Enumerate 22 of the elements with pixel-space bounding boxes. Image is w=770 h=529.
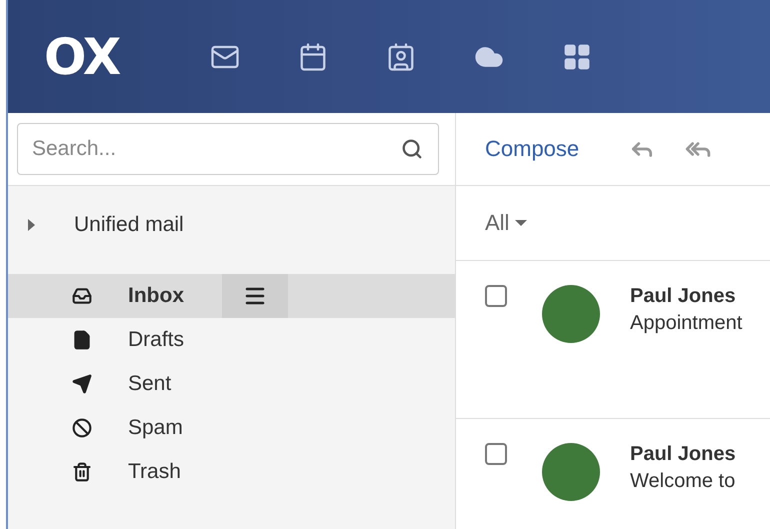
- sender-name: Paul Jones: [630, 443, 736, 466]
- message-subject: Appointment: [630, 312, 742, 335]
- message-subject: Welcome to: [630, 470, 736, 493]
- paper-plane-icon: [72, 374, 94, 394]
- search-field[interactable]: Search...: [17, 123, 439, 175]
- prohibited-icon: [72, 418, 94, 438]
- caret-icon[interactable]: [28, 219, 35, 231]
- folder-item[interactable]: Spam: [8, 406, 455, 450]
- folder-label[interactable]: Unified mail: [74, 213, 184, 237]
- sender-name: Paul Jones: [630, 285, 737, 308]
- folder-item[interactable]: Inbox: [8, 274, 455, 318]
- checkbox[interactable]: [485, 443, 507, 465]
- compose-link[interactable]: Compose: [485, 136, 580, 162]
- logo: OX: [44, 28, 121, 86]
- filter-dropdown[interactable]: All: [485, 210, 528, 236]
- checkbox[interactable]: [485, 285, 507, 307]
- folder-item[interactable]: Sent: [8, 362, 455, 406]
- folder-item[interactable]: Trash: [8, 450, 455, 494]
- menu-button[interactable]: [222, 274, 288, 318]
- inbox-tray-icon: [72, 286, 94, 306]
- folder-item[interactable]: Drafts: [8, 318, 455, 362]
- search-icon[interactable]: [401, 138, 423, 160]
